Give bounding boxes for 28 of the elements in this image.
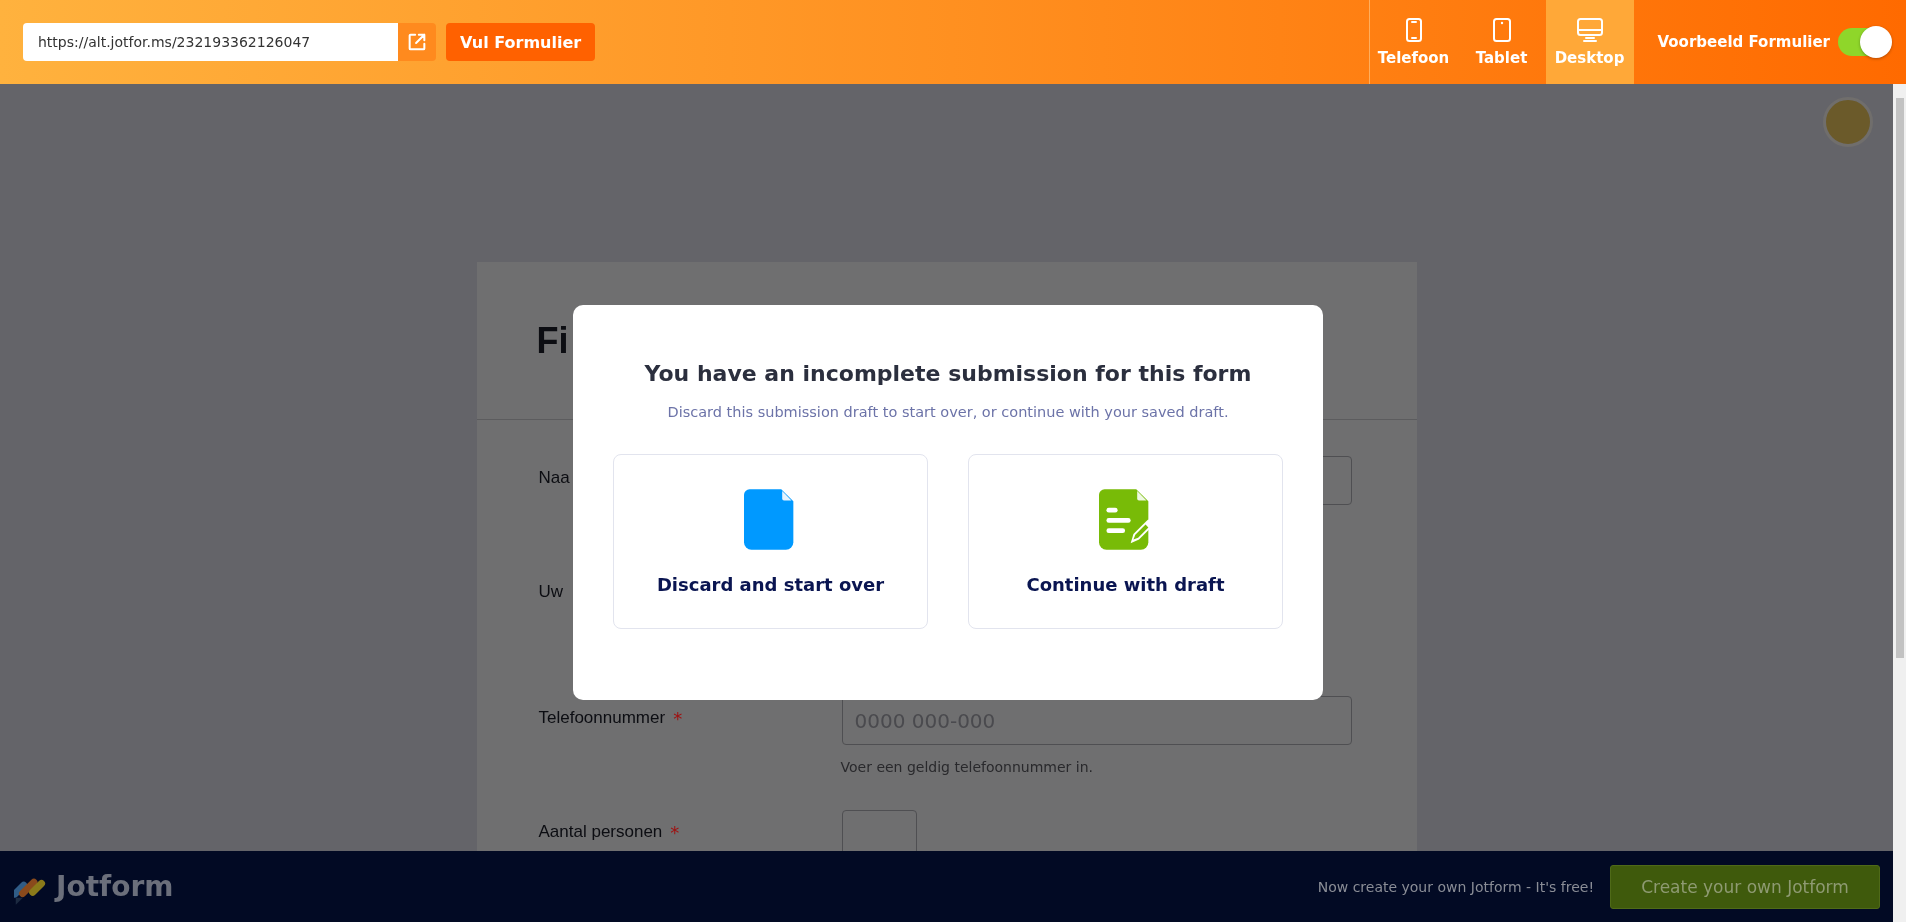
field-label: Aantal personen xyxy=(538,822,663,842)
fill-form-button[interactable]: Vul Formulier xyxy=(446,23,596,61)
external-link-icon xyxy=(406,31,428,53)
device-tab[interactable]: Telefoon xyxy=(1369,0,1458,84)
form-title: Fi xyxy=(536,319,569,362)
toggle-label: Voorbeeld Formulier xyxy=(1657,33,1830,51)
avatar-icon[interactable] xyxy=(1823,97,1873,147)
promo-text: Now create your own Jotform - It's free! xyxy=(1317,878,1594,895)
device-tab[interactable]: Desktop xyxy=(1545,0,1634,84)
input-field[interactable] xyxy=(841,810,917,851)
open-link-button[interactable] xyxy=(398,23,436,61)
field-label: Uw xyxy=(538,582,564,602)
device-tab[interactable]: Tablet xyxy=(1457,0,1546,84)
url-field[interactable]: https://alt.jotfor.ms/232193362126047 xyxy=(23,23,398,61)
create-button[interactable]: Create your own Jotform xyxy=(1610,864,1880,909)
preview-switch[interactable] xyxy=(1838,28,1890,56)
dialog-title: You have an incomplete submission for this form xyxy=(644,361,1252,386)
option-card[interactable]: Discard and start over xyxy=(613,454,928,629)
option-card[interactable]: Continue with draft xyxy=(968,454,1283,629)
dialog-message: Discard this submission draft to start over, or continue with your saved draft. xyxy=(667,404,1229,420)
required-asterisk: * xyxy=(670,822,680,843)
brand-name: Jotform xyxy=(56,870,174,903)
field-label: Telefoonnummer xyxy=(538,708,666,728)
scrollbar[interactable] xyxy=(1893,84,1906,922)
help-text: Voer een geldig telefoonnummer in. xyxy=(840,759,1094,775)
required-asterisk: * xyxy=(673,708,683,729)
field-label: Naa xyxy=(538,468,570,488)
monitor-icon xyxy=(1575,17,1604,43)
